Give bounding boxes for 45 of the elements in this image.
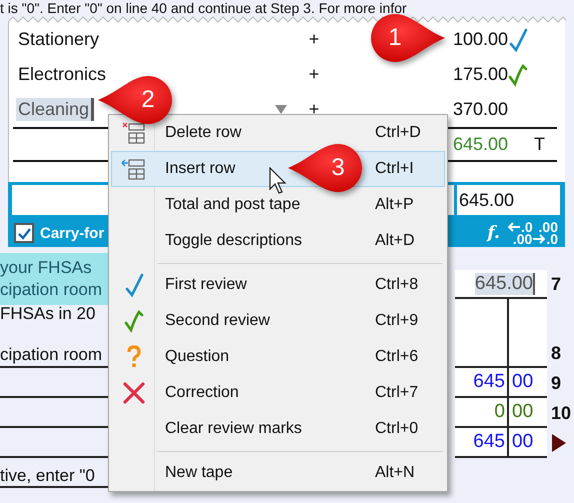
check-icon	[18, 226, 30, 240]
delete-row-icon	[120, 120, 146, 146]
check-icon	[124, 272, 144, 298]
line-number: 8	[550, 342, 562, 365]
operator-text: +	[308, 29, 320, 50]
highlighted-field: your FHSAs cipation room	[0, 253, 108, 305]
operator-text: +	[308, 64, 320, 85]
right-arrow-icon	[533, 234, 546, 244]
dollars-cell: 645	[455, 428, 509, 458]
description-field[interactable]: Stationery	[16, 28, 102, 51]
line-number: 9	[550, 372, 562, 394]
cursor-icon	[269, 167, 287, 195]
checkbox[interactable]	[14, 223, 34, 243]
question-icon	[126, 345, 142, 369]
line-text: FHSAs in 20	[0, 305, 96, 323]
amount-field[interactable]: 645.00	[474, 272, 535, 294]
cents-cell: 00	[509, 398, 547, 428]
description-field[interactable]: Cleaning	[16, 98, 94, 121]
check-icon	[124, 308, 144, 334]
dollars-cell: 0	[455, 398, 509, 428]
menu-item[interactable]: Question Ctrl+6	[111, 339, 445, 375]
menu-item[interactable]: First review Ctrl+8	[111, 267, 445, 303]
dollars-cell: 645	[455, 368, 509, 398]
amount-text: 370.00	[452, 99, 508, 120]
amount-text: 100.00	[452, 29, 508, 50]
menu-item[interactable]: Clear review marks Ctrl+0	[111, 411, 445, 447]
line-number: 10	[550, 402, 572, 424]
callout-badge: 1	[369, 12, 447, 64]
left-arrow-icon	[508, 222, 520, 232]
line-text: tive, enter "0	[0, 465, 95, 487]
line-number: 7	[550, 273, 562, 296]
total-code: T	[534, 134, 546, 155]
callout-badge: 3	[286, 142, 364, 194]
menu-item[interactable]: Correction Ctrl+7	[111, 375, 445, 411]
menu-item[interactable]: Toggle descriptions Alt+D	[111, 223, 445, 259]
cents-cell: 00	[509, 428, 547, 458]
result-field: 645.00	[457, 185, 560, 215]
cross-icon	[122, 381, 146, 405]
total-amount: 645.00	[452, 134, 508, 155]
line-text: cipation room	[0, 345, 102, 365]
cents-cell: 00	[509, 368, 547, 398]
amount-text: 175.00	[452, 64, 508, 85]
arrow-icon	[552, 434, 566, 452]
menu-item[interactable]: Second review Ctrl+9	[111, 303, 445, 339]
menu-item[interactable]: New tape Alt+N	[111, 455, 445, 491]
